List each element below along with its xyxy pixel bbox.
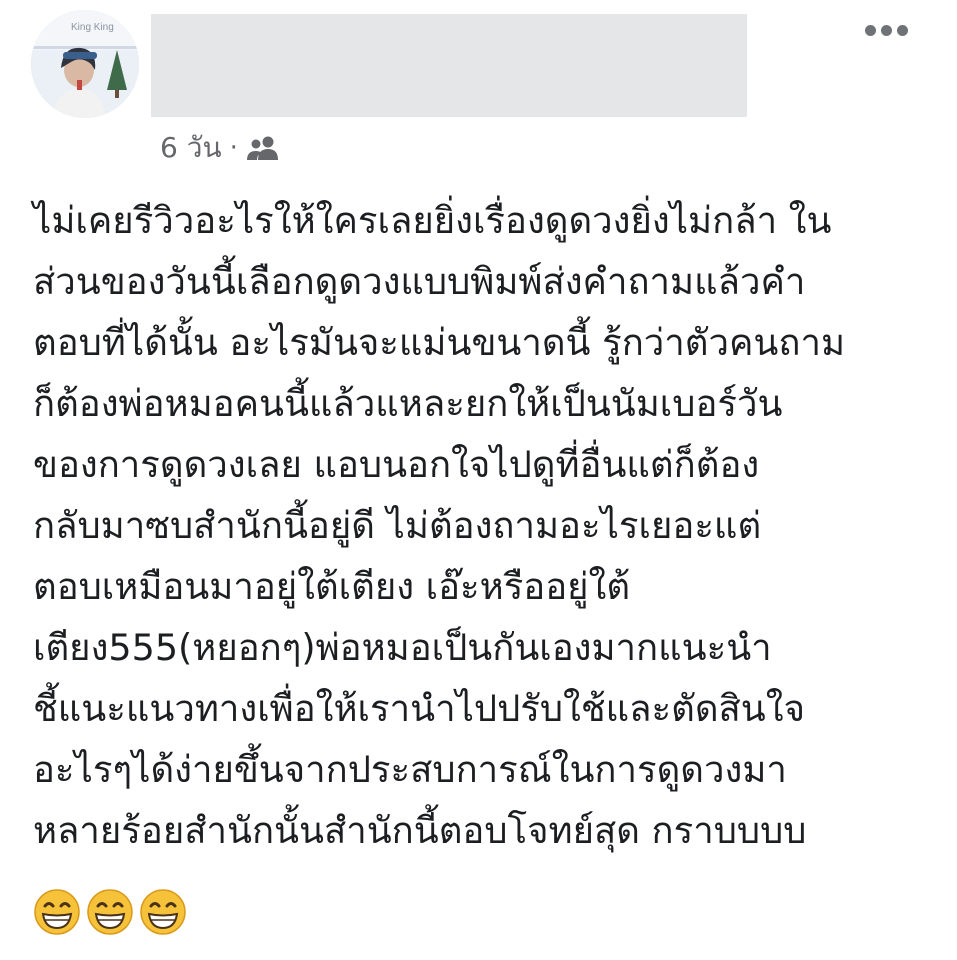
post-meta: 6 วัน · xyxy=(160,128,280,168)
post-text-line: ตอบเหมือนมาอยู่ใต้เตียง เอ๊ะหรืออยู่ใต้ xyxy=(33,565,631,608)
post-text-line: เตียง555(หยอกๆ)พ่อหมอเป็นกันเองมากแนะนำ xyxy=(33,626,772,669)
avatar-sign-text: King King xyxy=(71,22,114,33)
post-text-line: ไม่เคยรีวิวอะไรให้ใครเลยยิ่งเรื่องดูดวงย… xyxy=(33,199,832,242)
post-text-line: ตอบที่ได้นั้น อะไรมันจะแม่นขนาดนี้ รู้กว… xyxy=(33,321,846,364)
grinning-face-icon xyxy=(33,888,81,936)
post-text-line: หลายร้อยสำนักนั้นสำนักนี้ตอบโจทย์สุด กรา… xyxy=(33,809,807,852)
author-name-redacted xyxy=(151,14,747,117)
post-timestamp[interactable]: 6 วัน xyxy=(160,126,222,170)
author-avatar[interactable]: King King xyxy=(31,10,139,118)
more-options-button[interactable] xyxy=(858,16,914,44)
more-horizontal-icon xyxy=(864,24,876,36)
post-text-line: กลับมาซบสำนักนี้อยู่ดี ไม่ต้องถามอะไรเยอ… xyxy=(33,504,762,547)
post-text: ไม่เคยรีวิวอะไรให้ใครเลยยิ่งเรื่องดูดวงย… xyxy=(33,190,938,861)
grinning-face-icon xyxy=(139,888,187,936)
emoji-row xyxy=(33,888,187,936)
friends-icon[interactable] xyxy=(246,135,280,161)
more-dot xyxy=(896,24,908,36)
grinning-face-icon xyxy=(86,888,134,936)
post-text-line: อะไรๆได้ง่ายขึ้นจากประสบการณ์ในการดูดวงม… xyxy=(33,748,787,791)
post-text-line: ของการดูดวงเลย แอบนอกใจไปดูที่อื่นแต่ก็ต… xyxy=(33,443,760,486)
more-dot xyxy=(880,24,892,36)
facebook-post: King King 6 วัน · ไม่เคยรีวิวอะไรให้ใครเ… xyxy=(0,0,957,960)
meta-separator: · xyxy=(229,133,238,163)
post-text-line: ส่วนของวันนี้เลือกดูดวงแบบพิมพ์ส่งคำถามแ… xyxy=(33,260,806,303)
post-text-line: ชี้แนะแนวทางเพื่อให้เรานำไปปรับใช้และตัด… xyxy=(33,687,805,730)
post-text-line: ก็ต้องพ่อหมอคนนี้แล้วแหละยกให้เป็นนัมเบอ… xyxy=(33,382,783,425)
